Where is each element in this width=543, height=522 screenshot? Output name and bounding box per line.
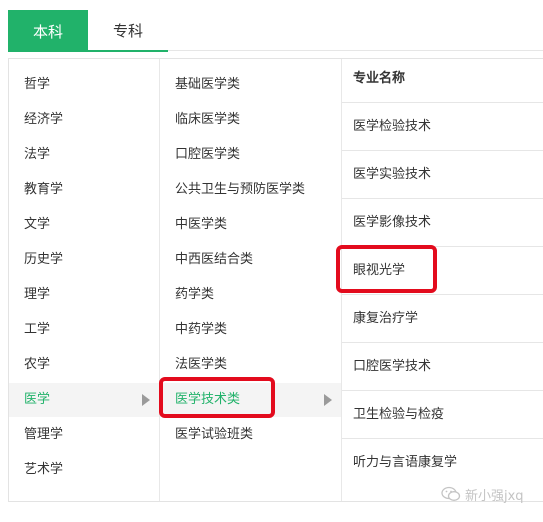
category-item[interactable]: 工学 (9, 313, 159, 347)
subcategory-item-label: 医学技术类 (175, 392, 241, 407)
tab-junior-college[interactable]: 专科 (88, 10, 168, 52)
major-item[interactable]: 医学实验技术 (342, 151, 543, 199)
subcategory-item[interactable]: 临床医学类 (160, 103, 342, 137)
subcategory-item[interactable]: 公共卫生与预防医学类 (160, 173, 342, 207)
major-item[interactable]: 眼视光学 (342, 247, 543, 295)
subcategory-item[interactable]: 基础医学类 (160, 68, 342, 102)
subcategory-item[interactable]: 药学类 (160, 278, 342, 312)
category-item[interactable]: 哲学 (9, 68, 159, 102)
category-item[interactable]: 经济学 (9, 103, 159, 137)
major-item[interactable]: 康复治疗学 (342, 295, 543, 343)
subcategory-item[interactable]: 中医学类 (160, 208, 342, 242)
category-item-selected[interactable]: 医学 (9, 383, 159, 417)
category-item-label: 医学 (24, 392, 51, 407)
category-item[interactable]: 文学 (9, 208, 159, 242)
subcategory-item[interactable]: 医学试验班类 (160, 418, 342, 452)
chevron-right-icon (324, 394, 332, 406)
major-selector-panel: 哲学 经济学 法学 教育学 文学 历史学 理学 工学 农学 医学 管理学 艺术学… (8, 58, 543, 502)
major-column-header: 专业名称 (342, 59, 543, 103)
subcategory-item-selected[interactable]: 医学技术类 (160, 383, 342, 417)
tab-divider (168, 50, 543, 51)
wechat-icon (441, 486, 461, 501)
major-column: 专业名称 医学检验技术 医学实验技术 医学影像技术 眼视光学 康复治疗学 口腔医… (341, 59, 543, 501)
category-item[interactable]: 理学 (9, 278, 159, 312)
category-item[interactable]: 管理学 (9, 418, 159, 452)
chevron-right-icon (142, 394, 150, 406)
category-column: 哲学 经济学 法学 教育学 文学 历史学 理学 工学 农学 医学 管理学 艺术学 (9, 59, 159, 501)
subcategory-item[interactable]: 口腔医学类 (160, 138, 342, 172)
subcategory-item[interactable]: 中药学类 (160, 313, 342, 347)
major-item[interactable]: 口腔医学技术 (342, 343, 543, 391)
subcategory-item[interactable]: 法医学类 (160, 348, 342, 382)
watermark: 新小强jxq (441, 484, 524, 504)
subcategory-column: 基础医学类 临床医学类 口腔医学类 公共卫生与预防医学类 中医学类 中西医结合类… (159, 59, 342, 501)
major-item[interactable]: 听力与言语康复学 (342, 439, 543, 487)
major-item[interactable]: 医学影像技术 (342, 199, 543, 247)
category-item[interactable]: 农学 (9, 348, 159, 382)
category-item[interactable]: 历史学 (9, 243, 159, 277)
tab-undergraduate[interactable]: 本科 (8, 10, 88, 52)
major-item[interactable]: 医学检验技术 (342, 103, 543, 151)
major-item[interactable]: 卫生检验与检疫 (342, 391, 543, 439)
watermark-text: 新小强jxq (465, 488, 524, 504)
subcategory-item[interactable]: 中西医结合类 (160, 243, 342, 277)
category-item[interactable]: 教育学 (9, 173, 159, 207)
degree-tabs: 本科 专科 (8, 10, 168, 52)
category-item[interactable]: 艺术学 (9, 453, 159, 487)
category-item[interactable]: 法学 (9, 138, 159, 172)
